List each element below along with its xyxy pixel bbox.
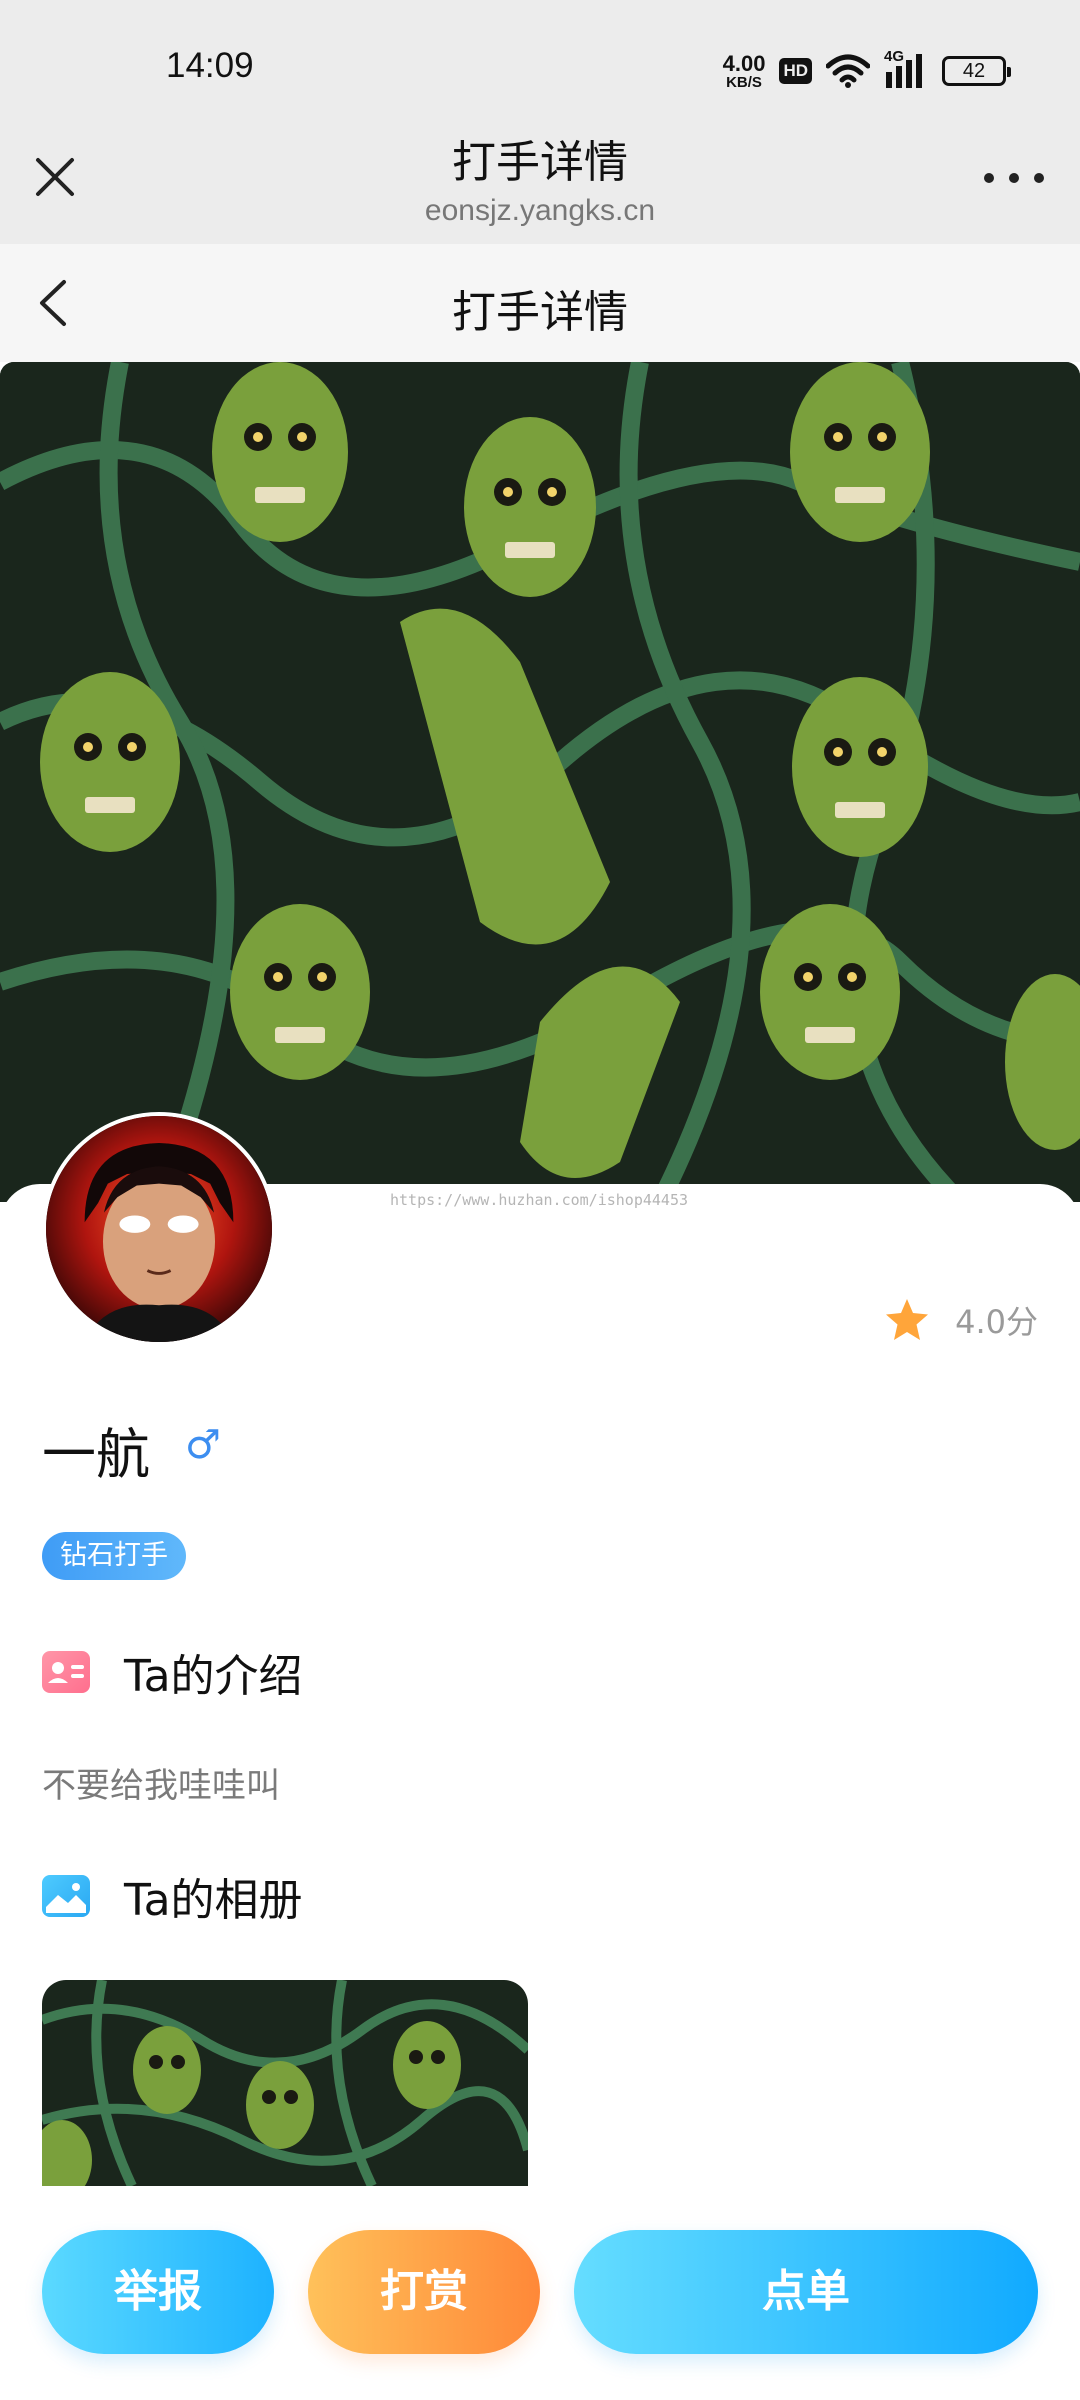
watermark: https://www.huzhan.com/ishop44453 (390, 1191, 689, 1209)
browser-title: 打手详情 (452, 137, 628, 188)
intro-text: 不要给我哇哇叫 (42, 1766, 280, 1806)
signal-icon: 4G (884, 48, 928, 90)
page-title: 打手详情 (452, 287, 628, 338)
more-dot (1009, 173, 1019, 183)
browser-bar: 打手详情 eonsjz.yangks.cn (0, 138, 1080, 244)
album-photo[interactable] (42, 1980, 528, 2186)
network-speed-value: 4.00 (722, 50, 766, 76)
more-icon[interactable] (984, 160, 1044, 196)
star-icon (886, 1299, 929, 1340)
intro-section-header: Ta的介绍 (42, 1640, 303, 1704)
status-time: 14:09 (166, 46, 254, 85)
hd-icon: HD (779, 58, 812, 84)
more-dot (1034, 173, 1044, 183)
wifi-icon (826, 54, 870, 88)
level-badge: 钻石打手 (42, 1532, 186, 1580)
network-speed-unit: KB/S (726, 73, 762, 91)
report-button[interactable]: 举报 (42, 2230, 274, 2354)
player-name: 一航 (42, 1423, 150, 1486)
gender-male-icon: ♂ (185, 1422, 221, 1468)
battery-icon: 42 (942, 56, 1011, 86)
profile-card-icon (42, 1651, 90, 1693)
avatar[interactable] (42, 1112, 276, 1346)
intro-heading: Ta的介绍 (124, 1651, 303, 1702)
browser-url: eonsjz.yangks.cn (424, 194, 656, 227)
page-header: 打手详情 (0, 244, 1080, 362)
status-indicators: 4.00 KB/S HD 4G 42 (722, 48, 1011, 92)
rating-score: 4.0分 (955, 1303, 1038, 1341)
image-icon (42, 1875, 90, 1917)
rating: 4.0分 (883, 1296, 1038, 1344)
album-section-header: Ta的相册 (42, 1864, 303, 1928)
reward-button[interactable]: 打赏 (308, 2230, 540, 2354)
album-heading: Ta的相册 (124, 1875, 303, 1926)
status-bar: 14:09 4.00 KB/S HD 4G 42 (0, 0, 1080, 138)
more-dot (984, 173, 994, 183)
order-button[interactable]: 点单 (574, 2230, 1038, 2354)
network-speed: 4.00 KB/S (722, 50, 766, 91)
cover-image (0, 362, 1080, 1202)
